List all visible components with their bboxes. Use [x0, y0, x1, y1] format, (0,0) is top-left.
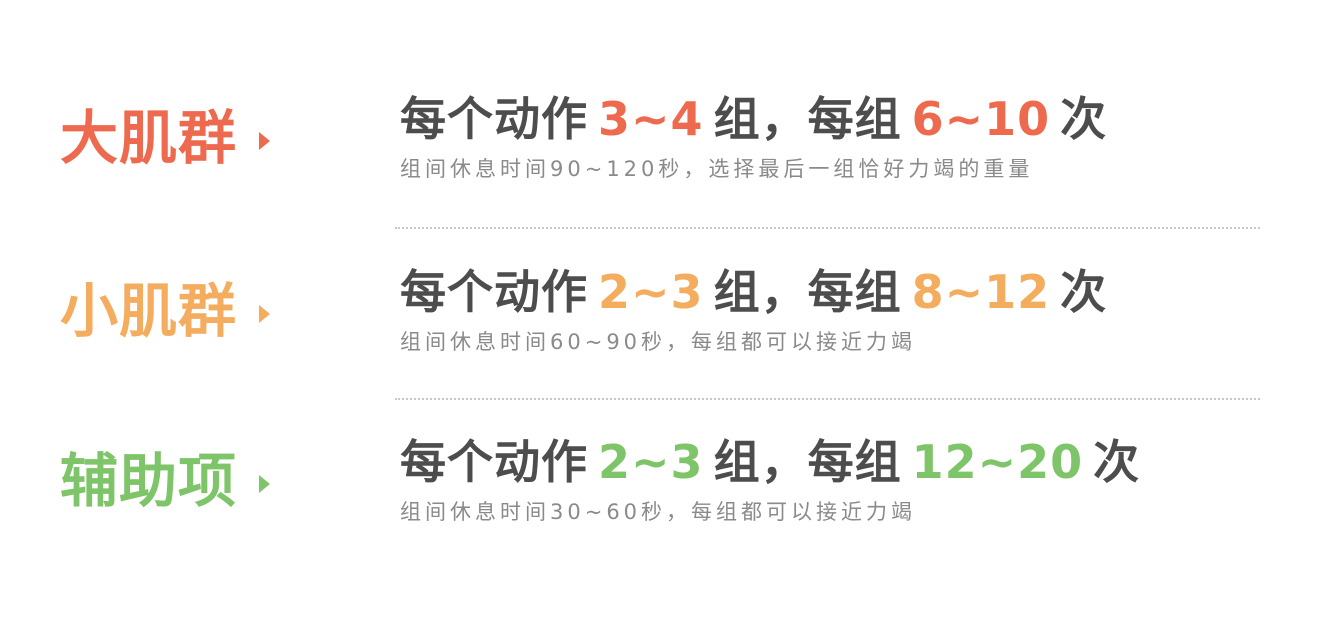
headline-prefix: 每个动作 [400, 92, 588, 146]
category-label: 辅助项 [60, 447, 238, 515]
category: 大肌群 [60, 104, 271, 172]
training-info: 每个动作 3~4 组，每组 6~10 次 组间休息时间90~120秒，选择最后一组恰好力… [400, 85, 1107, 183]
training-info: 每个动作 2~3 组，每组 12~20 次 组间休息时间30~60秒，每组都可以接近力竭 [400, 428, 1140, 526]
sets-range: 2~3 [598, 435, 704, 489]
category: 小肌群 [60, 277, 271, 345]
sets-range: 3~4 [598, 92, 704, 146]
rest-note: 组间休息时间60~90秒，每组都可以接近力竭 [400, 330, 917, 354]
training-info: 每个动作 2~3 组，每组 8~12 次 组间休息时间60~90秒，每组都可以接近力竭 [400, 258, 1107, 356]
reps-range: 6~10 [911, 92, 1051, 146]
headline: 每个动作 2~3 组，每组 8~12 次 [400, 258, 1107, 326]
headline-middle: 组，每组 [713, 92, 902, 146]
dotted-divider [395, 227, 1260, 229]
category: 辅助项 [60, 447, 271, 515]
dotted-divider [395, 398, 1260, 400]
reps-range: 12~20 [911, 435, 1084, 489]
category-label: 大肌群 [60, 104, 238, 172]
category-label: 小肌群 [60, 277, 238, 345]
muscle-group-row-accessory: 辅助项 每个动作 2~3 组，每组 12~20 次 组间休息时间30~60秒，每组都可以… [0, 428, 1341, 548]
headline-suffix: 次 [1060, 265, 1108, 319]
chevron-right-icon [259, 305, 271, 323]
headline-suffix: 次 [1060, 92, 1108, 146]
muscle-group-row-small: 小肌群 每个动作 2~3 组，每组 8~12 次 组间休息时间60~90秒，每组都可以接… [0, 258, 1341, 378]
headline: 每个动作 3~4 组，每组 6~10 次 [400, 85, 1107, 153]
headline-prefix: 每个动作 [400, 435, 588, 489]
headline-middle: 组，每组 [713, 435, 902, 489]
muscle-group-row-large: 大肌群 每个动作 3~4 组，每组 6~10 次 组间休息时间90~120秒，选择最后一… [0, 85, 1341, 205]
headline-prefix: 每个动作 [400, 265, 588, 319]
headline-middle: 组，每组 [713, 265, 902, 319]
headline-suffix: 次 [1093, 435, 1141, 489]
rest-note: 组间休息时间90~120秒，选择最后一组恰好力竭的重量 [400, 157, 1034, 181]
headline: 每个动作 2~3 组，每组 12~20 次 [400, 428, 1140, 496]
chevron-right-icon [259, 475, 271, 493]
reps-range: 8~12 [911, 265, 1051, 319]
rest-note: 组间休息时间30~60秒，每组都可以接近力竭 [400, 500, 917, 524]
chevron-right-icon [259, 132, 271, 150]
sets-range: 2~3 [598, 265, 704, 319]
